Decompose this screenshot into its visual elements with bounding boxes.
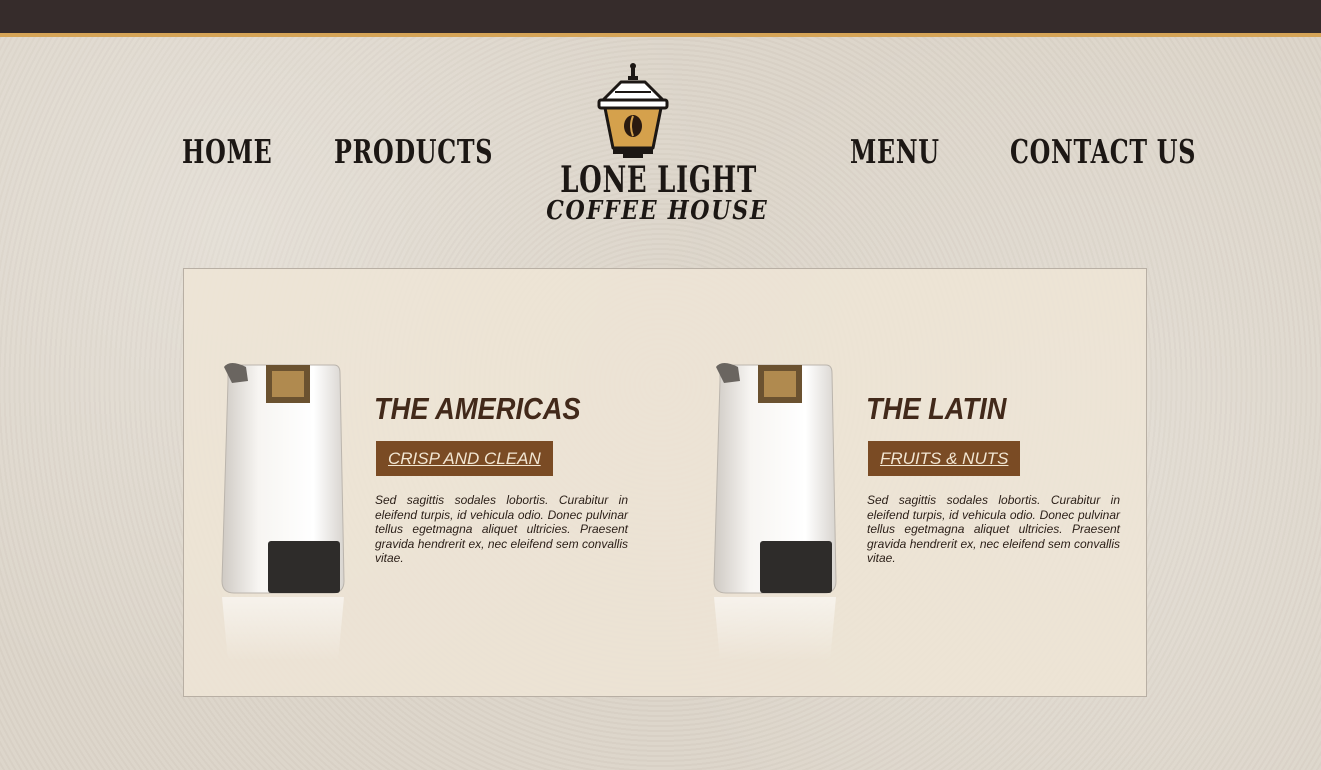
lantern-icon: [597, 63, 669, 158]
brand-tagline: COFFEE HOUSE: [546, 196, 769, 226]
brand-logo[interactable]: LONE LIGHT COFFEE HOUSE: [530, 62, 769, 230]
coffee-bag-image: [713, 363, 837, 661]
nav-contact-link[interactable]: CONTACT US: [1010, 132, 1196, 172]
product-card: THE AMERICAS CRISP AND CLEAN Sed sagitti…: [184, 269, 654, 696]
products-panel: THE AMERICAS CRISP AND CLEAN Sed sagitti…: [183, 268, 1147, 697]
product-description: Sed sagittis sodales lobortis. Curabitur…: [375, 493, 628, 565]
nav-home-link[interactable]: HOME: [182, 132, 272, 172]
product-tag-button[interactable]: FRUITS & NUTS: [868, 441, 1021, 476]
nav-menu-link[interactable]: MENU: [850, 132, 940, 172]
brand-name: LONE LIGHT: [560, 159, 757, 201]
product-title: THE LATIN: [866, 391, 1007, 426]
product-description: Sed sagittis sodales lobortis. Curabitur…: [867, 493, 1120, 565]
nav-products-link[interactable]: PRODUCTS: [334, 132, 493, 172]
coffee-bag-image: [221, 363, 345, 661]
product-card: THE LATIN FRUITS & NUTS Sed sagittis sod…: [676, 269, 1146, 696]
top-bar: [0, 0, 1321, 37]
product-tag-button[interactable]: CRISP AND CLEAN: [376, 441, 553, 476]
product-title: THE AMERICAS: [374, 391, 581, 426]
